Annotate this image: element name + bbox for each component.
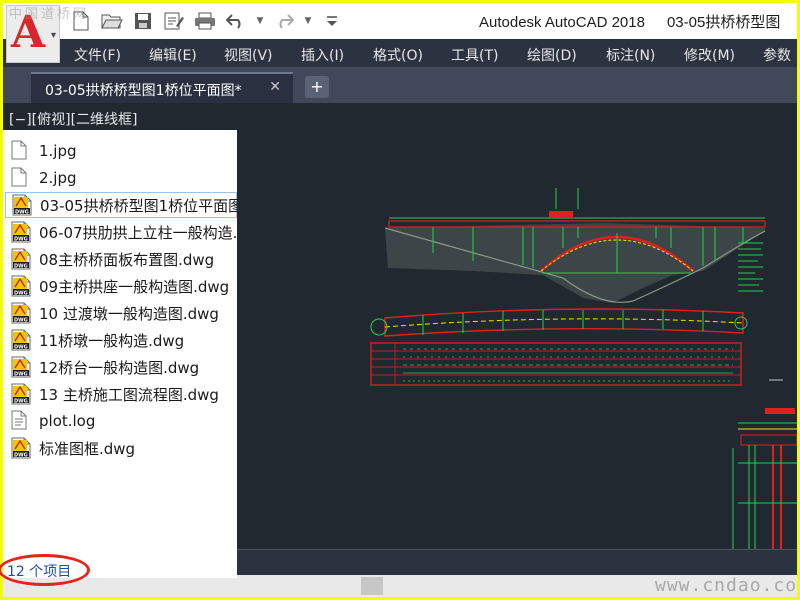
ground-hatch: [385, 223, 765, 303]
dwg-file-icon: DWG: [11, 437, 31, 459]
save-icon[interactable]: [129, 9, 157, 33]
file-name: 03-05拱桥桥型图1桥位平面图: [40, 196, 237, 215]
viewport-controls[interactable]: [−][俯视][二维线框]: [9, 109, 138, 129]
file-name: 标准图框.dwg: [39, 439, 136, 458]
open-icon[interactable]: [98, 9, 126, 33]
cross-section-view: [732, 408, 797, 549]
file-list-item[interactable]: DWG 11桥墩一般构造.dwg: [5, 327, 237, 353]
menu-bar: 文件(F) 编辑(E) 视图(V) 插入(I) 格式(O) 工具(T) 绘图(D…: [3, 39, 797, 67]
file-list-item[interactable]: DWG 03-05拱桥桥型图1桥位平面图: [5, 192, 237, 218]
redo-icon[interactable]: [270, 9, 298, 33]
file-list-item[interactable]: plot.log: [5, 408, 237, 434]
file-list-item[interactable]: DWG 12桥台一般构造图.dwg: [5, 354, 237, 380]
file-explorer-pane: 1.jpg 2.jpg DWG 03-05拱桥桥型图1桥位平面图 DWG 06-07拱肋拱…: [3, 130, 237, 578]
svg-text:DWG: DWG: [14, 452, 28, 458]
title-bar: ▼ ▼ Autodesk AutoCAD 2018 03-05拱桥桥型图: [3, 3, 797, 39]
menu-modify[interactable]: 修改(M): [684, 45, 735, 65]
quick-access-toolbar: ▼ ▼: [67, 9, 346, 33]
file-list-item[interactable]: 1.jpg: [5, 138, 237, 164]
file-name: 2.jpg: [39, 169, 77, 187]
data-table-entries: [403, 348, 733, 382]
dwg-file-icon: DWG: [11, 248, 31, 270]
svg-text:DWG: DWG: [14, 290, 28, 296]
file-name: plot.log: [39, 412, 96, 430]
file-name: 1.jpg: [39, 142, 77, 160]
annotation-circle: [0, 554, 90, 586]
redo-dropdown-icon[interactable]: ▼: [301, 9, 315, 33]
app-name: Autodesk AutoCAD 2018: [479, 14, 645, 31]
menu-dimension[interactable]: 标注(N): [606, 45, 655, 65]
svg-text:DWG: DWG: [14, 371, 28, 377]
plot-icon[interactable]: [191, 9, 219, 33]
file-list-item[interactable]: DWG 13 主桥施工图流程图.dwg: [5, 381, 237, 407]
file-list-item[interactable]: 2.jpg: [5, 165, 237, 191]
menu-file[interactable]: 文件(F): [74, 45, 121, 65]
dwg-file-icon: DWG: [11, 383, 31, 405]
menu-edit[interactable]: 编辑(E): [149, 45, 197, 65]
dwg-file-icon: DWG: [12, 194, 32, 216]
file-name: 10 过渡墩一般构造图.dwg: [39, 304, 219, 323]
svg-text:DWG: DWG: [14, 236, 28, 242]
plan-view-outline: [384, 308, 744, 337]
dwg-file-icon: DWG: [11, 356, 31, 378]
undo-icon[interactable]: [222, 9, 250, 33]
svg-text:DWG: DWG: [15, 209, 29, 215]
file-list-item[interactable]: DWG 08主桥桥面板布置图.dwg: [5, 246, 237, 272]
file-name: 13 主桥施工图流程图.dwg: [39, 385, 219, 404]
document-name: 03-05拱桥桥型图: [666, 14, 781, 31]
file-list-item[interactable]: DWG 标准图框.dwg: [5, 435, 237, 461]
file-list-item[interactable]: DWG 06-07拱肋拱上立柱一般构造.d: [5, 219, 237, 245]
dwg-file-icon: DWG: [11, 221, 31, 243]
jpg-file-icon: [11, 167, 31, 189]
tab-active-drawing[interactable]: 03-05拱桥桥型图1桥位平面图* ✕: [31, 72, 293, 103]
file-name: 09主桥拱座一般构造图.dwg: [39, 277, 230, 296]
plan-centerline: [384, 318, 744, 328]
menu-tools[interactable]: 工具(T): [451, 45, 498, 65]
watermark-top-left: 中国道桥网: [9, 7, 90, 22]
svg-text:DWG: DWG: [14, 317, 28, 323]
jpg-file-icon: [11, 140, 31, 162]
tab-label: 03-05拱桥桥型图1桥位平面图*: [45, 83, 242, 99]
window-title: Autodesk AutoCAD 2018 03-05拱桥桥型图: [479, 11, 780, 32]
new-tab-button[interactable]: +: [305, 76, 329, 98]
close-icon[interactable]: ✕: [269, 79, 281, 95]
document-tab-bar: 03-05拱桥桥型图1桥位平面图* ✕ +: [3, 67, 797, 103]
dwg-file-icon: DWG: [11, 302, 31, 324]
log-file-icon: [11, 410, 31, 432]
undo-dropdown-icon[interactable]: ▼: [253, 9, 267, 33]
file-name: 06-07拱肋拱上立柱一般构造.d: [39, 223, 237, 242]
chevron-down-icon: ▾: [50, 30, 56, 41]
watermark-bottom-right: www.cndao.com: [655, 575, 797, 596]
file-list-item[interactable]: DWG 10 过渡墩一般构造图.dwg: [5, 300, 237, 326]
file-list-item[interactable]: DWG 09主桥拱座一般构造图.dwg: [5, 273, 237, 299]
svg-text:DWG: DWG: [14, 344, 28, 350]
svg-text:DWG: DWG: [14, 263, 28, 269]
file-name: 11桥墩一般构造.dwg: [39, 331, 185, 350]
save-as-icon[interactable]: [160, 9, 188, 33]
menu-insert[interactable]: 插入(I): [301, 45, 344, 65]
svg-text:DWG: DWG: [14, 398, 28, 404]
dwg-file-icon: DWG: [11, 275, 31, 297]
status-bar: www.cndao.com: [3, 575, 797, 597]
scrollbar-thumb[interactable]: [361, 577, 383, 595]
elevation-title-tag: [549, 211, 573, 217]
menu-parametric[interactable]: 参数: [763, 45, 791, 65]
menu-format[interactable]: 格式(O): [373, 45, 423, 65]
menu-draw[interactable]: 绘图(D): [527, 45, 577, 65]
file-name: 08主桥桥面板布置图.dwg: [39, 250, 215, 269]
dwg-file-icon: DWG: [11, 329, 31, 351]
customize-icon[interactable]: [318, 9, 346, 33]
annotation-text-lines: [738, 242, 763, 292]
file-name: 12桥台一般构造图.dwg: [39, 358, 200, 377]
menu-view[interactable]: 视图(V): [224, 45, 273, 65]
